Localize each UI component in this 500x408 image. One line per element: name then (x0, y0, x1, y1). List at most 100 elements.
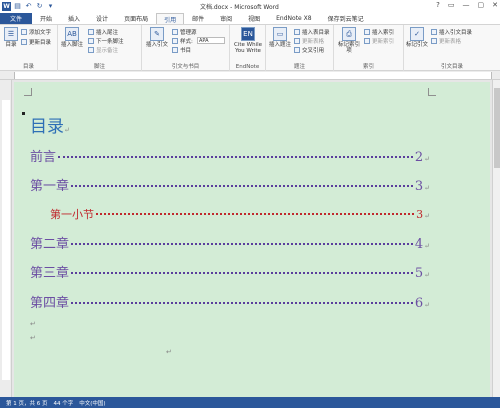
toc-entry[interactable]: 第一小节 3 ↵ (50, 206, 430, 222)
update-index-button[interactable]: 更新索引 (364, 37, 394, 45)
close-icon[interactable]: ✕ (492, 1, 498, 9)
update-authorities-button[interactable]: 更新表格 (431, 37, 461, 45)
document-page[interactable]: 目录↵ 前言 2 ↵ 第一章 3 ↵ 第一小节 3 ↵ 第二章 4 ↵ 第三章 5 ↵ (14, 82, 490, 397)
tab-design[interactable]: 设计 (88, 13, 116, 24)
show-notes-button[interactable]: 显示备注 (88, 46, 118, 54)
tab-view[interactable]: 视图 (240, 13, 268, 24)
toc-icon: ☰ (4, 27, 18, 41)
word-logo-icon: W (2, 2, 11, 11)
next-footnote-button[interactable]: 下一条脚注 (88, 37, 124, 45)
update-toc-button[interactable]: 更新目录 (21, 38, 51, 46)
tab-page-layout[interactable]: 页面布局 (116, 13, 156, 24)
group-index: ⎙ 标记索引项 插入索引 更新索引 索引 (334, 25, 404, 71)
tab-review[interactable]: 审阅 (212, 13, 240, 24)
toc-entry[interactable]: 第三章 5 ↵ (30, 262, 430, 281)
toc-leader-dots (71, 302, 413, 304)
group-toc: ☰ 目录 添加文字 更新目录 目录 (0, 25, 58, 71)
show-notes-icon (88, 47, 94, 53)
horizontal-ruler[interactable] (0, 71, 500, 80)
minimize-icon[interactable]: — (463, 1, 470, 9)
undo-icon[interactable]: ↶ (24, 2, 33, 11)
insert-caption-button[interactable]: ▭ 插入题注 (268, 27, 292, 48)
insert-table-of-figures-button[interactable]: 插入表目录 (294, 28, 330, 36)
group-authorities-label: 引文目录 (440, 64, 463, 70)
toc-heading[interactable]: 目录↵ (30, 112, 70, 137)
mark-citation-icon: ✓ (410, 27, 424, 41)
group-index-label: 索引 (362, 64, 374, 70)
cross-reference-icon (294, 47, 300, 53)
paragraph-mark: ↵ (30, 320, 36, 328)
paragraph-mark: ↵ (30, 334, 36, 342)
group-footnotes: AB 插入脚注 插入尾注 下一条脚注 显示备注 脚注 (58, 25, 142, 71)
vertical-scrollbar[interactable] (492, 80, 500, 397)
scrollbar-thumb[interactable] (494, 88, 500, 168)
footnote-icon: AB (65, 27, 79, 41)
insert-citation-button[interactable]: ✎ 插入引文 (145, 27, 169, 48)
save-icon[interactable]: ▤ (13, 2, 22, 11)
window-controls: ? ▭ — ▢ ✕ (436, 1, 498, 9)
group-citations: ✎ 插入引文 管理源 样式: APA 书目 引文与书目 (142, 25, 230, 71)
manage-sources-button[interactable]: 管理源 (172, 28, 197, 36)
bibliography-button[interactable]: 书目 (172, 46, 191, 54)
update-authorities-icon (431, 38, 437, 44)
insert-footnote-button[interactable]: AB 插入脚注 (61, 27, 83, 48)
insert-endnote-button[interactable]: 插入尾注 (88, 28, 118, 36)
group-captions: ▭ 插入题注 插入表目录 更新表格 交叉引用 题注 (266, 25, 334, 71)
mark-entry-button[interactable]: ⎙ 标记索引项 (337, 27, 361, 54)
tab-home[interactable]: 开始 (32, 13, 60, 24)
caption-icon: ▭ (273, 27, 287, 41)
page-count-status[interactable]: 第 1 页，共 6 页 (6, 399, 48, 407)
table-of-figures-icon (294, 29, 300, 35)
update-index-icon (364, 38, 370, 44)
update-table-icon (294, 38, 300, 44)
document-area: 目录↵ 前言 2 ↵ 第一章 3 ↵ 第一小节 3 ↵ 第二章 4 ↵ 第三章 5 ↵ (0, 80, 500, 397)
insert-table-of-authorities-button[interactable]: 插入引文目录 (431, 28, 472, 36)
tab-file[interactable]: 文件 (0, 13, 33, 24)
paragraph-mark: ↵ (424, 212, 430, 220)
tab-cloud-notes[interactable]: 保存到云笔记 (320, 13, 372, 24)
tab-endnote[interactable]: EndNote X8 (268, 13, 319, 24)
word-count-status[interactable]: 44 个字 (54, 399, 74, 407)
tab-mailings[interactable]: 邮件 (184, 13, 212, 24)
cite-while-you-write-button[interactable]: EN Cite While You Write (232, 27, 264, 54)
tab-insert[interactable]: 插入 (60, 13, 88, 24)
help-icon[interactable]: ? (436, 1, 440, 9)
toc-entry[interactable]: 第四章 6 ↵ (30, 292, 430, 311)
customize-icon[interactable]: ▾ (46, 2, 55, 11)
endnote-icon (88, 29, 94, 35)
title-bar: W ▤ ↶ ↻ ▾ 文档.docx - Microsoft Word ? ▭ —… (0, 0, 500, 13)
vertical-ruler[interactable] (0, 80, 12, 397)
cross-reference-button[interactable]: 交叉引用 (294, 46, 324, 54)
toc-button[interactable]: ☰ 目录 (2, 27, 20, 48)
bibliography-icon (172, 47, 178, 53)
toc-leader-dots (71, 243, 413, 245)
endnote-logo-icon: EN (241, 27, 255, 41)
mark-citation-button[interactable]: ✓ 标记引文 (406, 27, 428, 48)
language-status[interactable]: 中文(中国) (79, 399, 105, 407)
style-select[interactable]: APA (197, 37, 225, 44)
status-bar: 第 1 页，共 6 页 44 个字 中文(中国) (0, 397, 500, 408)
update-toc-icon (21, 39, 27, 45)
paragraph-mark: ↵ (424, 242, 430, 250)
redo-icon[interactable]: ↻ (35, 2, 44, 11)
add-text-button[interactable]: 添加文字 (21, 28, 51, 36)
insert-index-button[interactable]: 插入索引 (364, 28, 394, 36)
group-toc-label: 目录 (22, 64, 34, 70)
add-text-icon (21, 29, 27, 35)
toc-leader-dots (96, 213, 415, 215)
ribbon-display-icon[interactable]: ▭ (448, 1, 455, 9)
paragraph-mark: ↵ (424, 271, 430, 279)
toc-entry[interactable]: 第二章 4 ↵ (30, 233, 430, 252)
tab-references[interactable]: 引用 (156, 13, 185, 24)
paragraph-mark: ↵ (424, 184, 430, 192)
toc-entry[interactable]: 前言 2 ↵ (30, 146, 430, 165)
update-table-button[interactable]: 更新表格 (294, 37, 324, 45)
paragraph-mark: ↵ (166, 348, 172, 356)
vertical-ruler-track (2, 100, 10, 380)
group-citations-label: 引文与书目 (171, 64, 200, 70)
group-endnote-label: EndNote (235, 64, 260, 70)
toc-entry[interactable]: 第一章 3 ↵ (30, 175, 430, 194)
table-of-authorities-icon (431, 29, 437, 35)
maximize-icon[interactable]: ▢ (478, 1, 485, 9)
group-authorities: ✓ 标记引文 插入引文目录 更新表格 引文目录 (404, 25, 500, 71)
